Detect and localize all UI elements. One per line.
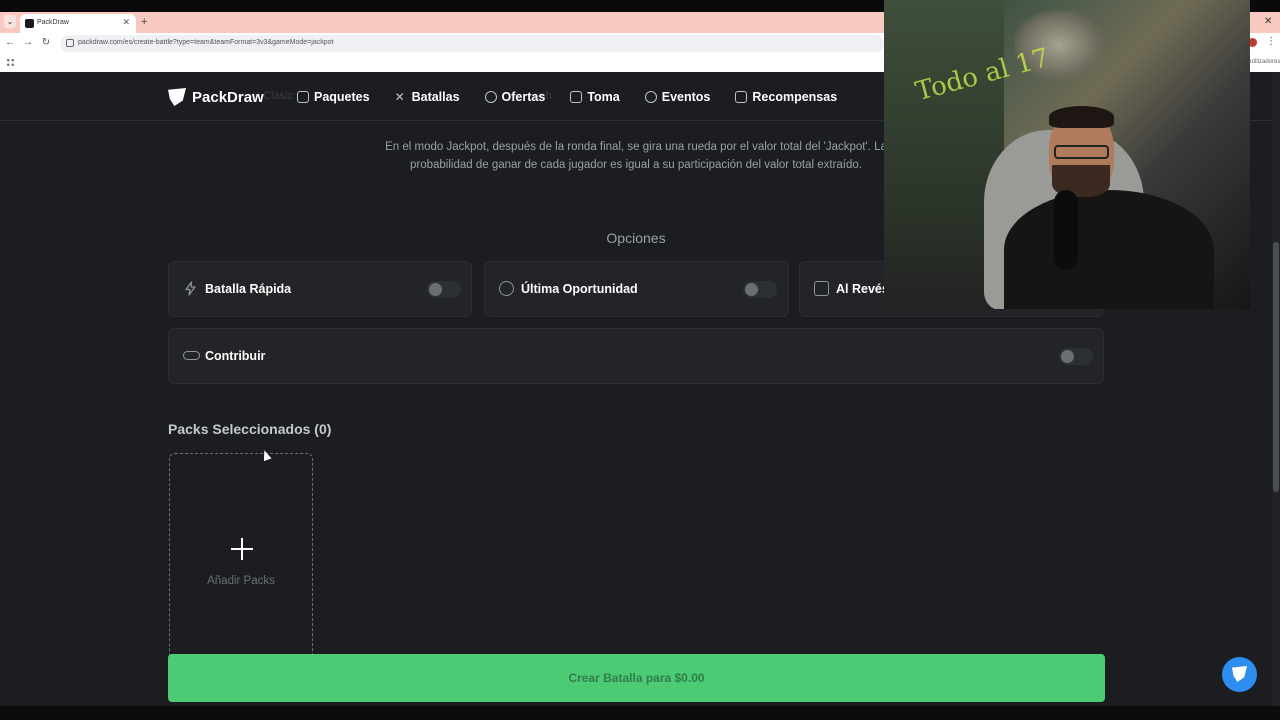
nav-item-paquetes[interactable]: Paquetes: [297, 88, 370, 106]
nav-label: Paquetes: [314, 90, 370, 104]
option-label: Al Revés: [836, 282, 889, 296]
packdraw-logo[interactable]: PackDraw: [168, 86, 264, 108]
webcam-streamer: [1004, 106, 1214, 309]
nav-label: Recompensas: [752, 90, 838, 104]
nav-item-recompensas[interactable]: Recompensas: [735, 88, 837, 106]
site-info-icon[interactable]: [66, 39, 74, 47]
menu-kebab-icon[interactable]: ⋮: [1266, 36, 1276, 47]
address-bar[interactable]: packdraw.com/es/create-battle?type=team&…: [60, 35, 884, 52]
nav-label: Toma: [587, 90, 620, 104]
new-tab-button[interactable]: +: [141, 16, 147, 28]
toggle-switch[interactable]: [427, 281, 461, 298]
handshake-icon: [183, 351, 200, 360]
add-packs-label: Añadir Packs: [207, 575, 275, 587]
plus-icon: [231, 538, 253, 560]
selected-packs-title: Packs Seleccionados (0): [168, 421, 332, 437]
toggle-switch[interactable]: [1059, 348, 1093, 365]
tab-search-button[interactable]: ⌄: [4, 15, 16, 28]
nav-label: Batallas: [411, 90, 460, 104]
nav-label: Eventos: [661, 90, 711, 104]
skull-icon: [499, 281, 514, 296]
back-icon[interactable]: ←: [4, 37, 16, 48]
toggle-knob: [745, 283, 758, 296]
browser-tab[interactable]: PackDraw ✕: [20, 14, 136, 33]
swords-icon: ✕: [394, 90, 405, 104]
create-battle-button[interactable]: Crear Batalla para $0.00: [168, 654, 1105, 702]
apps-grid-icon[interactable]: [6, 58, 15, 67]
deal-icon: [484, 91, 497, 103]
chat-support-button[interactable]: [1222, 657, 1257, 692]
packdraw-favicon-icon: [25, 19, 34, 28]
forward-icon[interactable]: →: [22, 37, 34, 48]
chat-logo-icon: [1232, 666, 1247, 682]
logo-text: PackDraw: [192, 88, 264, 106]
nav-item-batallas[interactable]: ✕ Batallas: [395, 88, 460, 106]
window-close-icon[interactable]: ✕: [1264, 16, 1272, 27]
target-icon: [644, 91, 657, 103]
nav-item-eventos[interactable]: Eventos: [644, 88, 711, 106]
tab-title: PackDraw: [37, 19, 69, 26]
main-nav: Paquetes ✕ Batallas Ofertas Toma Eventos…: [297, 88, 862, 106]
option-contribuir[interactable]: Contribuir: [168, 328, 1104, 384]
nav-item-toma[interactable]: Toma: [570, 88, 620, 106]
package-icon: [297, 91, 309, 103]
bottom-strip: [0, 706, 1280, 720]
scrollbar-thumb[interactable]: [1273, 242, 1279, 492]
option-label: Batalla Rápida: [205, 282, 292, 296]
microphone-icon: [1054, 190, 1078, 270]
option-ultima-oportunidad[interactable]: Última Oportunidad: [484, 261, 789, 317]
take-icon: [570, 91, 583, 103]
option-batalla-rapida[interactable]: Batalla Rápida: [168, 261, 472, 317]
nav-item-ofertas[interactable]: Ofertas: [484, 88, 546, 106]
faded-header-text: Clásic: [263, 90, 293, 102]
toggle-knob: [1061, 350, 1074, 363]
toggle-knob: [429, 283, 442, 296]
url-text: packdraw.com/es/create-battle?type=team&…: [78, 39, 334, 46]
nav-label: Ofertas: [501, 90, 546, 104]
option-label: Contribuir: [205, 349, 266, 363]
packdraw-logo-icon: [168, 88, 186, 106]
mode-description: En el modo Jackpot, después de la ronda …: [385, 141, 887, 171]
streamer-glasses: [1054, 145, 1109, 159]
streamer-hair: [1049, 106, 1114, 128]
streamer-body: [1004, 190, 1214, 309]
gift-icon: [735, 91, 748, 103]
toggle-switch[interactable]: [743, 281, 777, 298]
bookmarks-folder-label[interactable]: utilizadores: [1250, 59, 1280, 65]
reverse-icon: [814, 281, 829, 296]
close-icon[interactable]: ✕: [122, 17, 130, 28]
webcam-overlay: Todo al 17: [884, 0, 1250, 309]
option-label: Última Oportunidad: [521, 282, 638, 296]
add-packs-card[interactable]: Añadir Packs: [169, 453, 313, 663]
lightning-icon: [183, 281, 198, 296]
reload-icon[interactable]: ↻: [40, 37, 52, 48]
